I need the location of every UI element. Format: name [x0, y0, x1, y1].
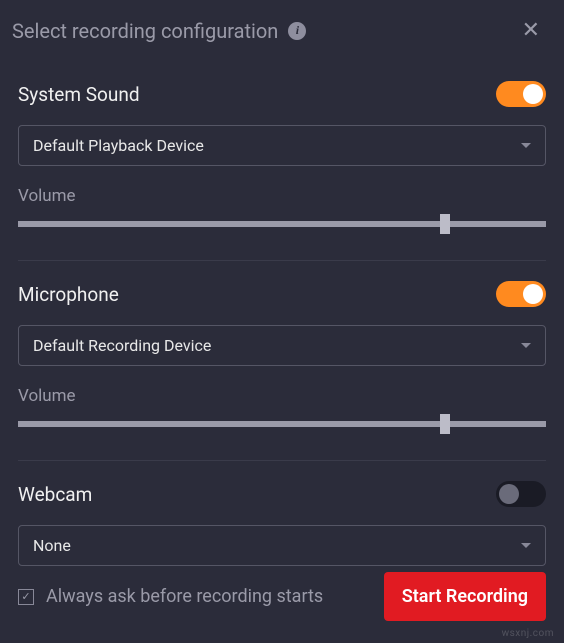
microphone-device-select[interactable]: Default Recording Device — [18, 325, 546, 366]
page-title: Select recording configuration — [12, 19, 278, 43]
webcam-title: Webcam — [18, 483, 92, 506]
check-icon: ✓ — [21, 590, 30, 603]
microphone-device-value: Default Recording Device — [33, 336, 211, 355]
start-recording-button[interactable]: Start Recording — [384, 572, 546, 621]
system-sound-toggle[interactable] — [496, 81, 546, 107]
microphone-section: Microphone Default Recording Device Volu… — [18, 261, 546, 461]
system-sound-device-select[interactable]: Default Playback Device — [18, 125, 546, 166]
microphone-title: Microphone — [18, 283, 119, 306]
chevron-down-icon — [521, 143, 531, 148]
close-icon[interactable]: ✕ — [516, 14, 546, 47]
header: Select recording configuration i ✕ — [0, 0, 564, 55]
slider-thumb[interactable] — [440, 214, 450, 234]
chevron-down-icon — [521, 343, 531, 348]
watermark: wsxnj.com — [502, 628, 554, 639]
always-ask-label: Always ask before recording starts — [46, 586, 323, 607]
chevron-down-icon — [521, 543, 531, 548]
system-sound-title: System Sound — [18, 83, 140, 106]
slider-thumb[interactable] — [440, 414, 450, 434]
system-sound-volume-slider[interactable] — [18, 216, 546, 232]
webcam-toggle[interactable] — [496, 481, 546, 507]
always-ask-checkbox[interactable]: ✓ — [18, 589, 34, 605]
microphone-volume-label: Volume — [18, 386, 546, 406]
system-sound-section: System Sound Default Playback Device Vol… — [18, 61, 546, 261]
system-sound-volume-label: Volume — [18, 186, 546, 206]
footer: ✓ Always ask before recording starts Sta… — [0, 550, 564, 643]
microphone-volume-slider[interactable] — [18, 416, 546, 432]
info-icon[interactable]: i — [288, 22, 306, 40]
system-sound-device-value: Default Playback Device — [33, 136, 204, 155]
microphone-toggle[interactable] — [496, 281, 546, 307]
